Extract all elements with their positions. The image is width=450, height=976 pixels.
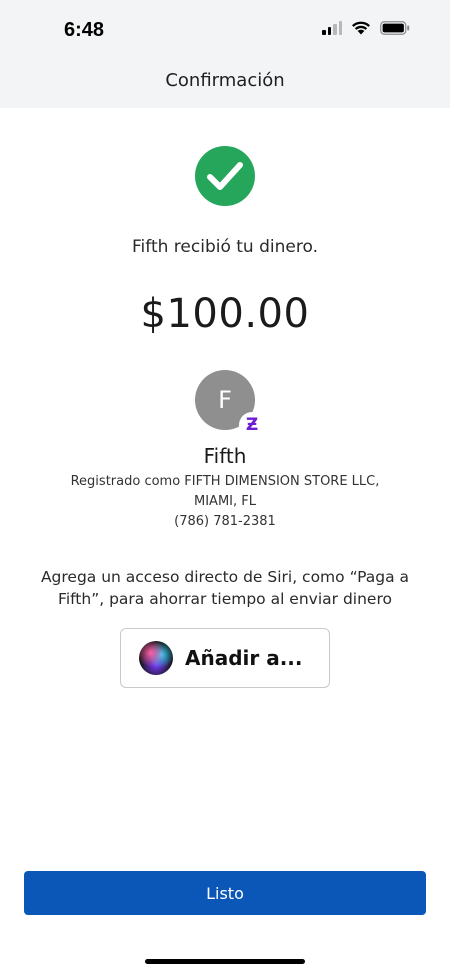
status-time: 6:48 bbox=[64, 19, 105, 41]
wifi-icon bbox=[351, 20, 371, 35]
registered-name: Registrado como FIFTH DIMENSION STORE LL… bbox=[70, 474, 380, 489]
add-to-siri-button[interactable]: Añadir a... bbox=[120, 628, 330, 688]
recipient-name: Fifth bbox=[203, 444, 247, 468]
zelle-icon: Ƶ bbox=[239, 412, 265, 438]
siri-icon bbox=[139, 641, 173, 675]
siri-shortcut-prompt: Agrega un acceso directo de Siri, como “… bbox=[40, 568, 410, 608]
zelle-glyph: Ƶ bbox=[245, 415, 259, 435]
done-button[interactable]: Listo bbox=[24, 871, 426, 915]
cellular-signal-icon bbox=[322, 20, 342, 35]
confirmation-screen: 6:48 Confirmación Fifth recibió tu diner… bbox=[0, 0, 450, 976]
done-label: Listo bbox=[206, 883, 244, 903]
confirmation-message: Fifth recibió tu dinero. bbox=[132, 237, 318, 257]
add-to-siri-label: Añadir a... bbox=[185, 646, 303, 670]
page-title: Confirmación bbox=[165, 70, 285, 91]
home-indicator[interactable] bbox=[145, 959, 305, 964]
registered-location: MIAMI, FL bbox=[194, 494, 256, 509]
amount: $100.00 bbox=[140, 291, 310, 337]
battery-icon bbox=[380, 20, 410, 35]
checkmark-circle-icon bbox=[195, 146, 255, 206]
top-bar: 6:48 Confirmación bbox=[0, 0, 450, 108]
recipient-phone: (786) 781-2381 bbox=[174, 514, 276, 529]
avatar-initial: F bbox=[218, 386, 232, 414]
status-icons bbox=[322, 20, 410, 35]
